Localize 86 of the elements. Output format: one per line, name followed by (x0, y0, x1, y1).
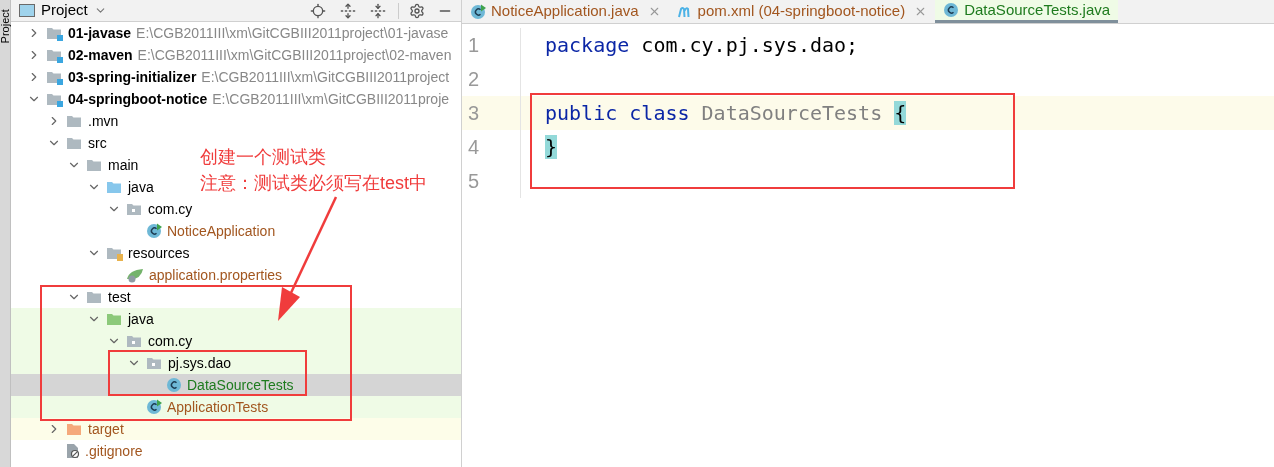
properties-file-icon (126, 267, 144, 283)
folder-icon (106, 179, 123, 195)
package-icon (146, 355, 163, 371)
line-number: 1 (467, 33, 481, 58)
folder-icon (66, 113, 83, 129)
tree-item[interactable]: pj.sys.dao (11, 352, 232, 374)
item-name: application.properties (149, 265, 283, 285)
code-text: public class DataSourceTests { (545, 100, 907, 127)
tree-item[interactable]: main (11, 154, 139, 176)
code-text: package com.cy.pj.sys.dao; (545, 32, 859, 59)
item-name: 02-maven (68, 45, 133, 65)
annotation-text: 创建一个测试类 (200, 146, 327, 168)
item-name: main (108, 155, 139, 175)
line-number: 3 (467, 101, 481, 126)
item-name: target (88, 419, 124, 439)
collapse-all-icon[interactable] (370, 2, 386, 19)
editor-tab[interactable]: DataSourceTests.java (935, 0, 1119, 23)
tree-item[interactable]: .gitignore (11, 440, 143, 462)
item-name: pj.sys.dao (168, 353, 232, 373)
runnable-class-icon (146, 223, 162, 239)
tree-item[interactable]: 03-spring-initializer E:\CGB2011III\xm\GitCGBIII2011project (11, 66, 450, 88)
runnable-class-icon (470, 3, 486, 20)
tree-item[interactable]: target (11, 418, 124, 440)
tree-item[interactable]: com.cy (11, 330, 193, 352)
tree-item[interactable]: java (11, 308, 154, 330)
editor-tab[interactable]: NoticeApplication.java (462, 0, 669, 23)
item-name: ApplicationTests (167, 397, 269, 417)
folder-icon (106, 245, 123, 261)
item-name: test (108, 287, 131, 307)
folder-icon (86, 157, 103, 173)
module-path: E:\CGB2011III\xm\GitCGBIII2011project\02-maven (137, 45, 452, 65)
panel-title[interactable]: Project (41, 0, 88, 22)
expand-all-icon[interactable] (340, 2, 356, 19)
item-name: com.cy (148, 199, 193, 219)
tree-item[interactable]: src (11, 132, 107, 154)
editor-tab[interactable]: pom.xml (04-springboot-notice) (668, 0, 936, 23)
runnable-class-icon (146, 399, 162, 415)
item-name: 03-spring-initializer (68, 67, 197, 87)
folder-icon (66, 135, 83, 151)
package-icon (126, 333, 143, 349)
package-icon (126, 201, 143, 217)
module-folder-icon (46, 47, 63, 63)
tree-item[interactable]: application.properties (11, 264, 283, 286)
item-name: resources (128, 243, 190, 263)
line-number: 4 (467, 135, 481, 160)
tree-item[interactable]: NoticeApplication (11, 220, 276, 242)
module-folder-icon (46, 91, 63, 107)
ignore-file-icon (66, 443, 80, 459)
line-number: 2 (467, 67, 481, 92)
annotation-text: 注意：测试类必须写在test中 (200, 172, 427, 194)
side-tab[interactable]: Project (0, 9, 14, 44)
item-name: NoticeApplication (167, 221, 276, 241)
tree-item[interactable]: DataSourceTests (11, 374, 294, 396)
code-text: } (545, 134, 558, 161)
class-icon (166, 377, 182, 393)
item-name: java (128, 177, 154, 197)
tree-item[interactable]: 02-maven E:\CGB2011III\xm\GitCGBIII2011project\02-maven (11, 44, 452, 66)
item-name: .gitignore (85, 441, 143, 461)
item-name: src (88, 133, 107, 153)
item-name: .mvn (88, 111, 119, 131)
tree-item[interactable]: 01-javase E:\CGB2011III\xm\GitCGBIII2011project\01-javase (11, 22, 449, 44)
item-name: com.cy (148, 331, 193, 351)
tree-item[interactable]: .mvn (11, 110, 119, 132)
folder-icon (66, 421, 83, 437)
window-icon (19, 4, 35, 17)
tree-item[interactable]: 04-springboot-notice E:\CGB2011III\xm\GitCGBIII2011proje (11, 88, 450, 110)
module-folder-icon (46, 69, 63, 85)
tree-item[interactable]: com.cy (11, 198, 193, 220)
module-folder-icon (46, 25, 63, 41)
tree-item[interactable]: ApplicationTests (11, 396, 269, 418)
tree-item[interactable]: test (11, 286, 131, 308)
folder-icon (86, 289, 103, 305)
line-number: 5 (467, 169, 481, 194)
item-name: 01-javase (68, 23, 132, 43)
item-name: java (128, 309, 154, 329)
module-path: E:\CGB2011III\xm\GitCGBIII2011project (201, 67, 450, 87)
tree-item[interactable]: resources (11, 242, 190, 264)
locate-icon[interactable] (310, 2, 326, 19)
class-icon (943, 2, 960, 18)
module-path: E:\CGB2011III\xm\GitCGBIII2011project\01-javase (136, 23, 449, 43)
tree-item[interactable]: java (11, 176, 154, 198)
item-name: DataSourceTests (187, 375, 294, 395)
settings-icon[interactable] (409, 2, 425, 19)
module-path: E:\CGB2011III\xm\GitCGBIII2011proje (212, 89, 450, 109)
item-name: 04-springboot-notice (68, 89, 208, 109)
folder-icon (106, 311, 123, 327)
